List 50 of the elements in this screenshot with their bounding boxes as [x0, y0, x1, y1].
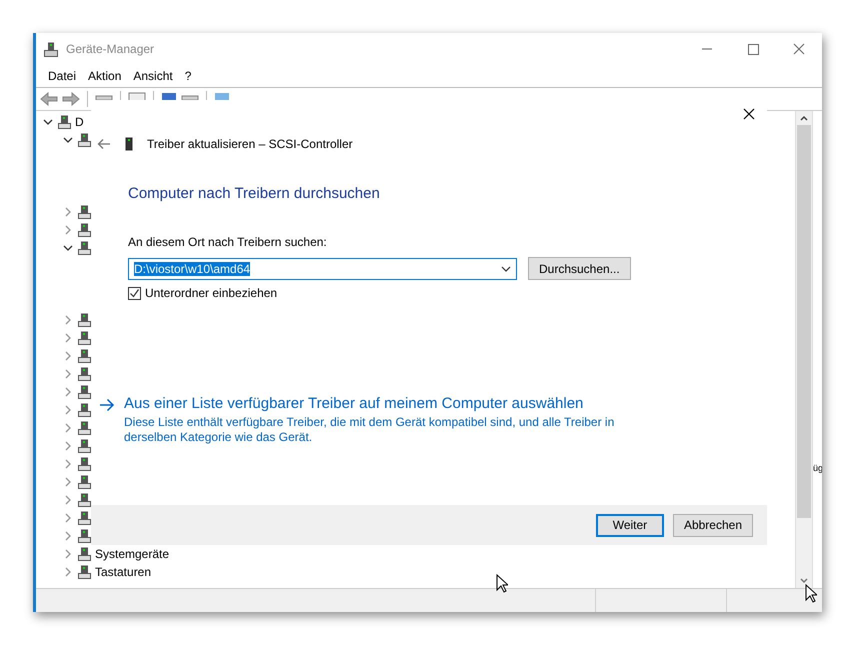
menu-item[interactable]: Aktion: [82, 69, 128, 83]
device-icon: [78, 331, 91, 345]
scrollbar[interactable]: [795, 111, 812, 588]
tree-item-label[interactable]: D: [75, 115, 84, 129]
browse-button[interactable]: Durchsuchen...: [528, 257, 631, 280]
device-icon: [125, 137, 133, 151]
device-icon: [78, 313, 91, 327]
device-manager-icon: [44, 42, 58, 56]
menu-item[interactable]: ?: [178, 69, 198, 83]
checkbox[interactable]: [128, 286, 141, 300]
device-icon: [78, 403, 91, 417]
tree-item-label[interactable]: Systemgeräte: [95, 547, 170, 561]
device-icon: [78, 547, 91, 561]
device-icon: [78, 511, 91, 525]
close-icon[interactable]: [743, 108, 755, 120]
device-icon: [78, 133, 91, 147]
dialog-title: Treiber aktualisieren – SCSI-Controller: [147, 137, 353, 151]
device-icon: [78, 205, 91, 219]
device-icon: [58, 115, 71, 129]
field-label: An diesem Ort nach Treibern suchen:: [128, 235, 328, 249]
device-icon: [78, 439, 91, 453]
device-icon: [78, 493, 91, 507]
mouse-pointer-icon: [496, 574, 508, 593]
device-icon: [78, 457, 91, 471]
tree-item-label[interactable]: Tastaturen: [95, 565, 152, 579]
menu-item[interactable]: Datei: [42, 69, 82, 83]
device-icon: [78, 565, 91, 579]
right-arrow-icon[interactable]: [99, 398, 115, 412]
dialog-button[interactable]: Weiter: [596, 514, 664, 536]
path-combo-box[interactable]: D:\viostor\w10\amd64: [128, 258, 517, 280]
window-title: Geräte-Manager: [66, 42, 156, 56]
dialog-heading: Computer nach Treibern durchsuchen: [128, 185, 381, 202]
device-icon: [78, 421, 91, 435]
back-arrow-icon[interactable]: [40, 92, 58, 106]
dialog-button[interactable]: Abbrechen: [672, 514, 753, 536]
back-arrow-icon[interactable]: [97, 138, 111, 150]
checkbox-label[interactable]: Unterordner einbeziehen: [145, 286, 278, 300]
link-description: Diese Liste enthält verfügbare Treiber, die mit dem Gerät kompatibel sind, und alle Treiber in derselben Kategorie wie das Gerät.: [124, 415, 616, 445]
device-icon: [78, 529, 91, 543]
device-icon: [78, 475, 91, 489]
device-icon: [78, 349, 91, 363]
device-icon: [78, 223, 91, 237]
dropdown-chevron-icon[interactable]: [501, 266, 511, 272]
driver-list-link[interactable]: Aus einer Liste verfügbarer Treiber auf meinem Computer auswählen: [124, 395, 669, 412]
device-icon: [78, 367, 91, 381]
menu-item[interactable]: Ansicht: [127, 69, 179, 83]
device-icon: [78, 241, 91, 255]
forward-arrow-icon[interactable]: [62, 92, 80, 106]
mouse-pointer-icon: [805, 584, 817, 603]
device-icon: [78, 385, 91, 399]
